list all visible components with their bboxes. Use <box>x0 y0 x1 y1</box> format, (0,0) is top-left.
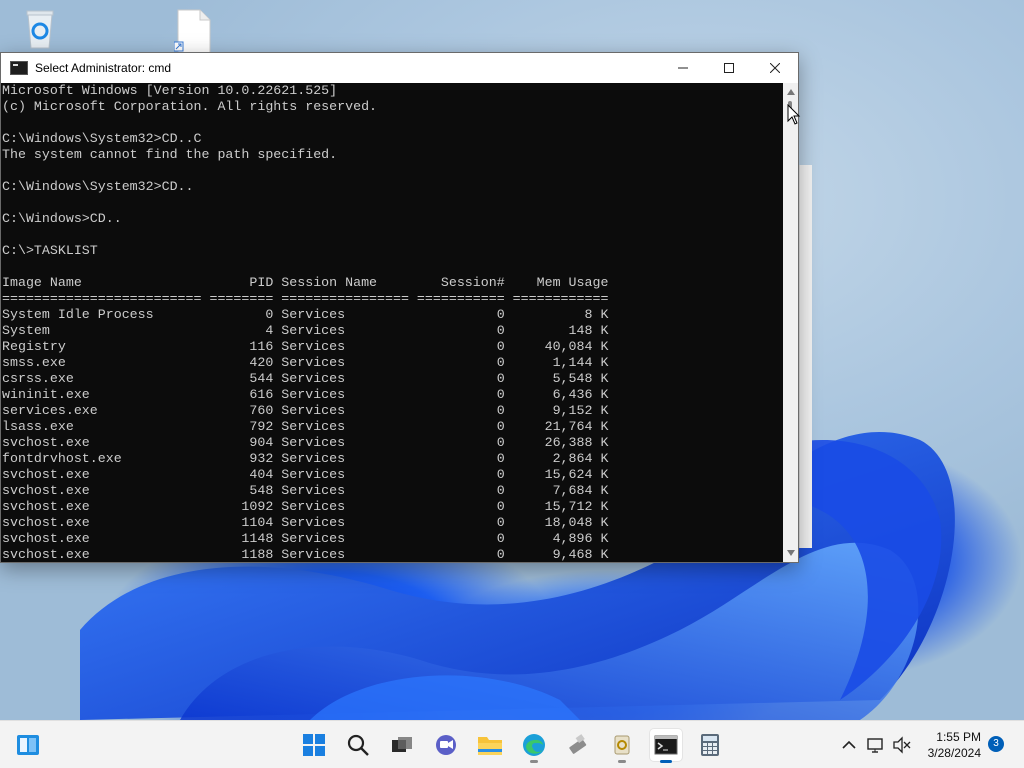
clock-date: 3/28/2024 <box>927 746 981 760</box>
mouse-cursor-icon <box>787 104 801 125</box>
console-line: smss.exe 420 Services 0 1,144 K <box>2 355 609 370</box>
cmd-app-icon <box>10 61 28 75</box>
console-line: The system cannot find the path specifie… <box>2 147 338 162</box>
console-line: C:\Windows>CD.. <box>2 211 122 226</box>
edge-icon[interactable] <box>518 729 550 763</box>
console-line: C:\Windows\System32>CD..C <box>2 131 202 146</box>
minimize-button[interactable] <box>660 53 706 83</box>
console-line: svchost.exe 1092 Services 0 15,712 K <box>2 499 609 514</box>
task-view-icon[interactable] <box>386 729 418 761</box>
minimize-icon <box>678 67 688 69</box>
system-clock[interactable]: 1:55 PM 3/28/2024 <box>928 729 981 761</box>
usb-tool-icon[interactable] <box>562 729 594 761</box>
console-line: Image Name PID Session Name Session# Mem… <box>2 275 609 290</box>
notification-badge[interactable]: 3 <box>988 736 1004 752</box>
console-line: System 4 Services 0 148 K <box>2 323 609 338</box>
widgets-icon[interactable] <box>12 729 44 761</box>
recycle-bin-icon[interactable] <box>20 6 60 52</box>
file-shortcut-icon[interactable] <box>173 8 214 55</box>
window-title: Select Administrator: cmd <box>35 61 172 75</box>
start-icon[interactable] <box>298 729 330 761</box>
console-line: wininit.exe 616 Services 0 6,436 K <box>2 387 609 402</box>
clock-time: 1:55 PM <box>936 730 981 744</box>
maximize-button[interactable] <box>706 53 752 83</box>
vertical-scrollbar[interactable] <box>783 83 798 562</box>
title-bar[interactable]: Select Administrator: cmd <box>1 53 798 83</box>
scroll-up-arrow-icon[interactable] <box>787 89 795 95</box>
console-line: svchost.exe 404 Services 0 15,624 K <box>2 467 609 482</box>
console-line: fontdrvhost.exe 932 Services 0 2,864 K <box>2 451 609 466</box>
console-line: C:\Windows\System32>CD.. <box>2 179 194 194</box>
maximize-icon <box>724 63 734 73</box>
cmd-icon[interactable] <box>650 729 682 763</box>
console-line: csrss.exe 544 Services 0 5,548 K <box>2 371 609 386</box>
console-line: lsass.exe 792 Services 0 21,764 K <box>2 419 609 434</box>
console-line: svchost.exe 1188 Services 0 9,468 K <box>2 547 609 562</box>
console-line: services.exe 760 Services 0 9,152 K <box>2 403 609 418</box>
recycle-tool-icon[interactable] <box>606 729 638 763</box>
file-explorer-icon[interactable] <box>474 729 506 761</box>
calculator-icon[interactable] <box>694 729 726 761</box>
console-line: svchost.exe 904 Services 0 26,388 K <box>2 435 609 450</box>
console-line: svchost.exe 548 Services 0 7,684 K <box>2 483 609 498</box>
console-line: ========================= ======== =====… <box>2 291 609 306</box>
console-line: svchost.exe 1148 Services 0 4,896 K <box>2 531 609 546</box>
console-output[interactable]: Microsoft Windows [Version 10.0.22621.52… <box>2 83 782 563</box>
volume-muted-icon[interactable] <box>886 729 918 761</box>
console-line: svchost.exe 1104 Services 0 18,048 K <box>2 515 609 530</box>
background-window-edge <box>799 165 812 548</box>
console-line: System Idle Process 0 Services 0 8 K <box>2 307 609 322</box>
chat-icon[interactable] <box>430 729 462 761</box>
cmd-window[interactable]: Select Administrator: cmd Microsoft Wind… <box>0 52 799 563</box>
console-line: Microsoft Windows [Version 10.0.22621.52… <box>2 83 338 98</box>
console-line: (c) Microsoft Corporation. All rights re… <box>2 99 378 114</box>
console-line: Registry 116 Services 0 40,084 K <box>2 339 609 354</box>
taskbar: 1:55 PM 3/28/2024 <box>0 720 1024 768</box>
close-button[interactable] <box>752 53 798 83</box>
search-icon[interactable] <box>342 729 374 761</box>
console-line: C:\>TASKLIST <box>2 243 98 258</box>
scroll-down-arrow-icon[interactable] <box>787 550 795 556</box>
close-icon <box>770 63 780 73</box>
